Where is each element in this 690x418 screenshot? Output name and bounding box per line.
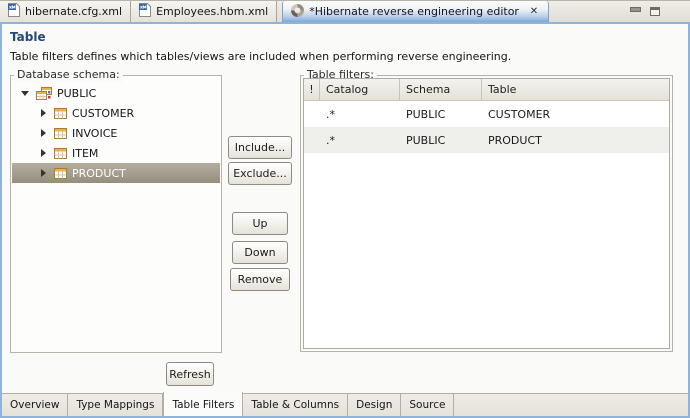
- tabbar-spacer: [549, 1, 690, 22]
- tree-item-customer[interactable]: CUSTOMER: [12, 103, 220, 123]
- tree-item-item[interactable]: ITEM: [12, 143, 220, 163]
- maximize-icon[interactable]: [650, 7, 660, 16]
- tree-item-label: INVOICE: [72, 127, 117, 140]
- expand-arrow-icon[interactable]: [36, 109, 50, 117]
- tree-item-label: CUSTOMER: [72, 107, 134, 120]
- cell-schema: PUBLIC: [400, 108, 482, 121]
- hibernate-reverse-engineering-editor: hibernate.cfg.xml Employees.hbm.xml *Hib…: [0, 0, 690, 418]
- tab-source[interactable]: Source: [401, 394, 454, 416]
- editor-content-frame: Table Table filters defines which tables…: [0, 22, 690, 418]
- page-description: Table filters defines which tables/views…: [10, 50, 511, 63]
- tree-item-label: PRODUCT: [72, 167, 126, 180]
- table-icon: [54, 168, 67, 179]
- cell-catalog: .*: [320, 134, 400, 147]
- expand-arrow-icon[interactable]: [36, 129, 50, 137]
- tab-design[interactable]: Design: [348, 394, 401, 416]
- schema-icon: [36, 87, 52, 100]
- tab-label: Employees.hbm.xml: [156, 5, 268, 18]
- tree-item-product[interactable]: PRODUCT: [12, 163, 220, 183]
- table-header-row: ! Catalog Schema Table: [304, 79, 669, 101]
- table-row[interactable]: .* PUBLIC CUSTOMER: [304, 101, 669, 127]
- database-schema-label: Database schema:: [14, 68, 123, 82]
- remove-button[interactable]: Remove: [230, 268, 290, 291]
- page-tabbar: Overview Type Mappings Table Filters Tab…: [2, 393, 688, 416]
- up-button[interactable]: Up: [232, 212, 288, 235]
- tab-hibernate-cfg-xml[interactable]: hibernate.cfg.xml: [0, 1, 131, 22]
- database-schema-group: Database schema: PUBLIC CUSTOMER: [10, 75, 222, 353]
- tree-item-label: ITEM: [72, 147, 98, 160]
- xml-file-icon: [139, 3, 151, 20]
- refresh-button[interactable]: Refresh: [166, 362, 214, 386]
- down-button[interactable]: Down: [232, 241, 288, 264]
- cell-schema: PUBLIC: [400, 134, 482, 147]
- tab-employees-hbm-xml[interactable]: Employees.hbm.xml: [131, 1, 277, 22]
- exclude-button[interactable]: Exclude...: [228, 162, 292, 185]
- table-icon: [54, 128, 67, 139]
- tree-item-label: PUBLIC: [57, 87, 96, 100]
- page-title: Table: [10, 30, 46, 44]
- table-row[interactable]: .* PUBLIC PRODUCT: [304, 127, 669, 153]
- column-header-catalog[interactable]: Catalog: [320, 79, 400, 100]
- table-filters-group: Table filters: ! Catalog Schema Table .*…: [300, 75, 673, 352]
- editor-tabbar: hibernate.cfg.xml Employees.hbm.xml *Hib…: [0, 0, 690, 22]
- expand-arrow-icon[interactable]: [18, 91, 32, 96]
- expand-arrow-icon[interactable]: [36, 149, 50, 157]
- tab-table-and-columns[interactable]: Table & Columns: [243, 394, 348, 416]
- column-header-table[interactable]: Table: [482, 79, 669, 100]
- column-header-exclusion[interactable]: !: [304, 79, 320, 100]
- tree-item-public[interactable]: PUBLIC: [12, 83, 220, 103]
- tab-label: hibernate.cfg.xml: [25, 5, 122, 18]
- expand-arrow-icon[interactable]: [36, 169, 50, 177]
- cell-table: CUSTOMER: [482, 108, 669, 121]
- tab-hibernate-reveng-editor[interactable]: *Hibernate reverse engineering editor: [282, 1, 549, 22]
- hibernate-icon: [291, 4, 304, 20]
- close-icon[interactable]: [528, 5, 540, 18]
- tab-label: *Hibernate reverse engineering editor: [309, 5, 519, 18]
- include-button[interactable]: Include...: [228, 136, 292, 159]
- table-icon: [54, 148, 67, 159]
- table-icon: [54, 108, 67, 119]
- tree-item-invoice[interactable]: INVOICE: [12, 123, 220, 143]
- cell-table: PRODUCT: [482, 134, 669, 147]
- minimize-icon[interactable]: [630, 7, 641, 12]
- tab-overview[interactable]: Overview: [2, 394, 68, 416]
- table-filters-table: ! Catalog Schema Table .* PUBLIC CUSTOME…: [303, 78, 670, 349]
- xml-file-icon: [8, 3, 20, 20]
- tab-table-filters[interactable]: Table Filters: [163, 392, 243, 416]
- cell-catalog: .*: [320, 108, 400, 121]
- tab-type-mappings[interactable]: Type Mappings: [68, 394, 163, 416]
- column-header-schema[interactable]: Schema: [400, 79, 482, 100]
